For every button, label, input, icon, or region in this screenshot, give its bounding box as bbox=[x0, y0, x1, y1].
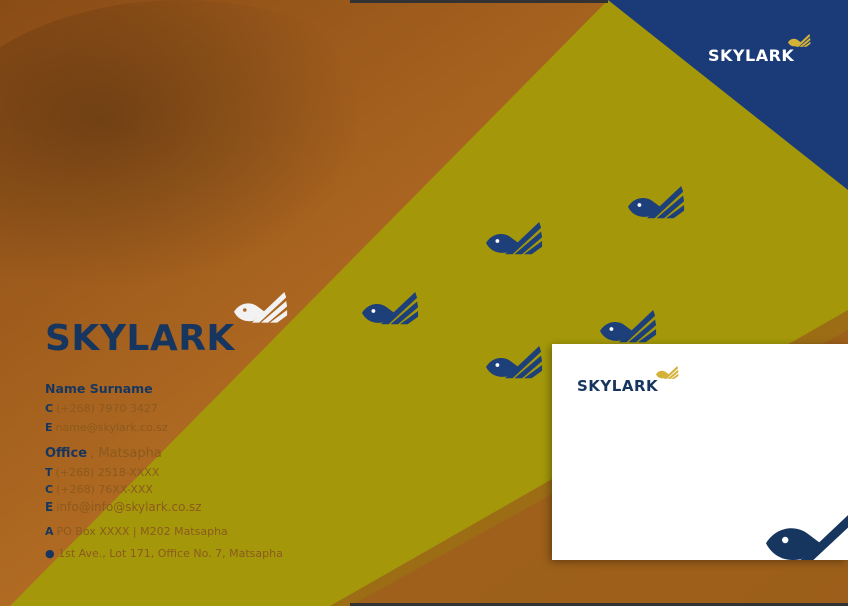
envelope: SKYLARK bbox=[552, 344, 848, 560]
bird-icon bbox=[766, 515, 848, 560]
street-address: ● 1st Ave., Lot 171, Office No. 7, Matsa… bbox=[45, 547, 283, 560]
office-tel: T (+268) 2518-XXXX bbox=[45, 466, 160, 479]
contact-email: Ename@skylark.co.sz bbox=[45, 421, 168, 434]
office-email: Einfo@info@skylark.co.sz bbox=[45, 500, 202, 514]
bird-icon bbox=[656, 366, 679, 379]
postal-address: A PO Box XXXX | M202 Matsapha bbox=[45, 525, 228, 538]
location-pin-icon: ● bbox=[45, 547, 55, 560]
corner-logo-wordmark: SKYLARK bbox=[708, 46, 795, 65]
contact-name: Name Surname bbox=[45, 381, 153, 396]
contact-cell: C (+268) 7970 3427 bbox=[45, 402, 158, 415]
office-cell: C (+268) 76XX-XXX bbox=[45, 483, 153, 496]
envelope-logo-wordmark: SKYLARK bbox=[577, 377, 659, 395]
main-logo-wordmark: SKYLARK bbox=[45, 318, 235, 359]
office-heading: Office, Matsapha bbox=[45, 446, 162, 461]
